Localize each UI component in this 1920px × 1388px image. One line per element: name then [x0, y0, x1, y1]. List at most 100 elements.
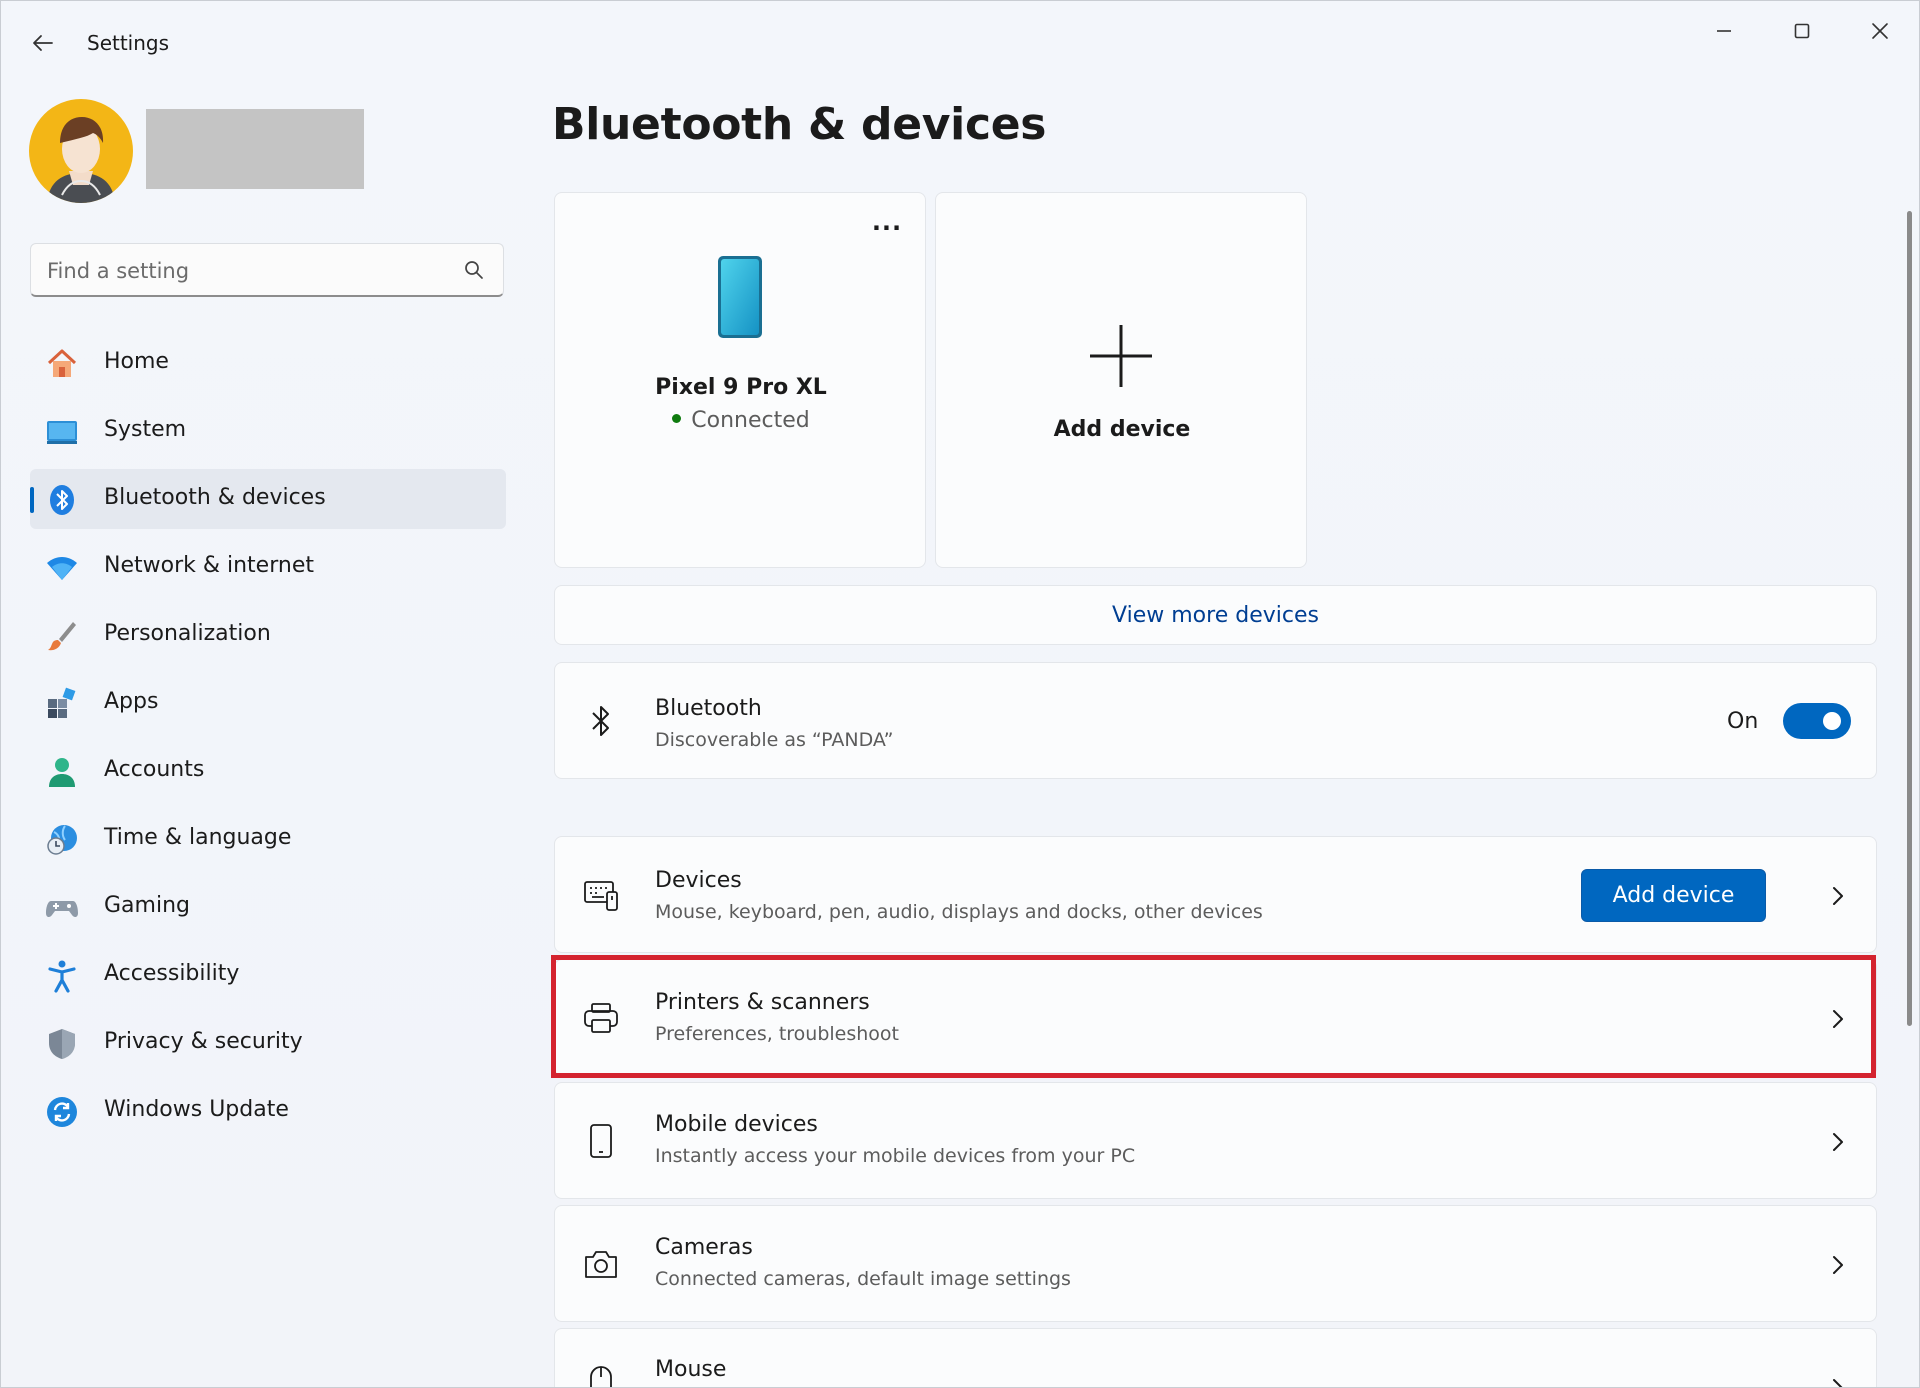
sidebar-item-time-language[interactable]: Time & language	[30, 809, 506, 869]
sidebar-item-label: Time & language	[104, 825, 292, 850]
sidebar-item-bluetooth-devices[interactable]: Bluetooth & devices	[30, 469, 506, 529]
sidebar-item-label: Network & internet	[104, 553, 314, 578]
cameras-title: Cameras	[655, 1235, 753, 1260]
devices-title: Devices	[655, 868, 742, 893]
chevron-right-icon	[1823, 1373, 1853, 1387]
view-more-devices-label: View more devices	[1112, 602, 1319, 628]
printers-scanners-row[interactable]: Printers & scanners Preferences, trouble…	[554, 959, 1877, 1076]
sidebar-item-gaming[interactable]: Gaming	[30, 877, 506, 937]
settings-window: Settings Home	[0, 0, 1920, 1388]
app-title: Settings	[87, 31, 170, 55]
sidebar-item-home[interactable]: Home	[30, 333, 506, 393]
device-status: Connected	[555, 408, 927, 433]
sidebar-item-label: Apps	[104, 689, 159, 714]
apps-icon	[45, 687, 79, 721]
mobile-devices-title: Mobile devices	[655, 1112, 818, 1137]
mobile-devices-row[interactable]: Mobile devices Instantly access your mob…	[554, 1082, 1877, 1199]
account-icon	[45, 755, 79, 789]
bluetooth-icon	[45, 483, 79, 517]
sidebar-item-label: Accounts	[104, 757, 205, 782]
sidebar-item-label: Privacy & security	[104, 1029, 303, 1054]
phone-icon	[718, 256, 762, 338]
chevron-right-icon	[1823, 1250, 1853, 1280]
bluetooth-toggle[interactable]	[1783, 703, 1851, 739]
sidebar-item-label: Windows Update	[104, 1097, 289, 1122]
chevron-right-icon	[1823, 1127, 1853, 1157]
search-box[interactable]	[30, 243, 504, 297]
keyboard-devices-icon	[581, 875, 621, 915]
printer-icon	[581, 998, 621, 1038]
sidebar-item-label: System	[104, 417, 187, 442]
add-device-card-label: Add device	[1053, 417, 1191, 442]
scrollbar[interactable]	[1907, 211, 1912, 1026]
cameras-subtitle: Connected cameras, default image setting…	[655, 1268, 1071, 1290]
more-options-button[interactable]: ...	[865, 208, 909, 245]
more-options-icon: ...	[871, 208, 903, 236]
mobile-devices-subtitle: Instantly access your mobile devices fro…	[655, 1145, 1136, 1167]
plus-icon	[1090, 325, 1152, 387]
device-card[interactable]: ... Pixel 9 Pro XL Connected	[554, 192, 926, 568]
sidebar-nav: Home System Bluetooth & devices Network …	[30, 333, 506, 1149]
mouse-title: Mouse	[655, 1357, 727, 1382]
sidebar-item-apps[interactable]: Apps	[30, 673, 506, 733]
mobile-icon	[581, 1121, 621, 1161]
sidebar-item-label: Bluetooth & devices	[104, 485, 326, 510]
close-icon	[1872, 23, 1888, 39]
sidebar-item-personalization[interactable]: Personalization	[30, 605, 506, 665]
wifi-icon	[45, 551, 79, 585]
chevron-right-icon	[1823, 881, 1853, 911]
brush-icon	[45, 619, 79, 653]
back-button[interactable]	[23, 23, 63, 63]
bluetooth-toggle-label: On	[1727, 709, 1759, 734]
accessibility-icon	[45, 959, 79, 993]
controller-icon	[45, 891, 79, 925]
profile-name-redacted	[146, 109, 364, 189]
bluetooth-row: Bluetooth Discoverable as “PANDA” On	[554, 662, 1877, 779]
close-button[interactable]	[1850, 11, 1910, 51]
update-icon	[45, 1095, 79, 1129]
minimize-button[interactable]	[1694, 11, 1754, 51]
mouse-row[interactable]: Mouse	[554, 1328, 1877, 1387]
search-input[interactable]	[47, 256, 447, 286]
bluetooth-title: Bluetooth	[655, 696, 762, 721]
printers-subtitle: Preferences, troubleshoot	[655, 1023, 900, 1045]
sidebar-item-label: Home	[104, 349, 169, 374]
cameras-row[interactable]: Cameras Connected cameras, default image…	[554, 1205, 1877, 1322]
add-device-button[interactable]: Add device	[1581, 869, 1766, 922]
page-title: Bluetooth & devices	[552, 99, 1047, 150]
sidebar-item-accounts[interactable]: Accounts	[30, 741, 506, 801]
sidebar-item-windows-update[interactable]: Windows Update	[30, 1081, 506, 1141]
mouse-icon	[581, 1363, 621, 1387]
sidebar-item-privacy-security[interactable]: Privacy & security	[30, 1013, 506, 1073]
avatar-person-icon	[47, 117, 115, 203]
home-icon	[45, 347, 79, 381]
sidebar-item-label: Personalization	[104, 621, 271, 646]
system-icon	[45, 415, 79, 449]
globe-clock-icon	[45, 823, 79, 857]
camera-icon	[581, 1244, 621, 1284]
sidebar-item-label: Gaming	[104, 893, 190, 918]
maximize-button[interactable]	[1772, 11, 1832, 51]
device-status-text: Connected	[691, 408, 810, 433]
view-more-devices-link[interactable]: View more devices	[554, 585, 1877, 645]
sidebar-item-label: Accessibility	[104, 961, 240, 986]
device-name: Pixel 9 Pro XL	[655, 375, 827, 400]
avatar[interactable]	[29, 99, 133, 203]
bluetooth-subtitle: Discoverable as “PANDA”	[655, 729, 894, 751]
connected-dot-icon	[672, 413, 682, 423]
maximize-icon	[1794, 23, 1810, 39]
minimize-icon	[1717, 30, 1731, 32]
back-arrow-icon	[33, 35, 53, 51]
title-bar: Settings	[1, 1, 1919, 85]
devices-subtitle: Mouse, keyboard, pen, audio, displays an…	[655, 901, 1263, 923]
printers-title: Printers & scanners	[655, 990, 870, 1015]
devices-row[interactable]: Devices Mouse, keyboard, pen, audio, dis…	[554, 836, 1877, 953]
shield-icon	[45, 1027, 79, 1061]
search-icon[interactable]	[459, 255, 489, 285]
sidebar-item-network[interactable]: Network & internet	[30, 537, 506, 597]
sidebar-item-accessibility[interactable]: Accessibility	[30, 945, 506, 1005]
bluetooth-symbol-icon	[581, 701, 621, 741]
chevron-right-icon	[1823, 1004, 1853, 1034]
add-device-card[interactable]: Add device	[935, 192, 1307, 568]
sidebar-item-system[interactable]: System	[30, 401, 506, 461]
